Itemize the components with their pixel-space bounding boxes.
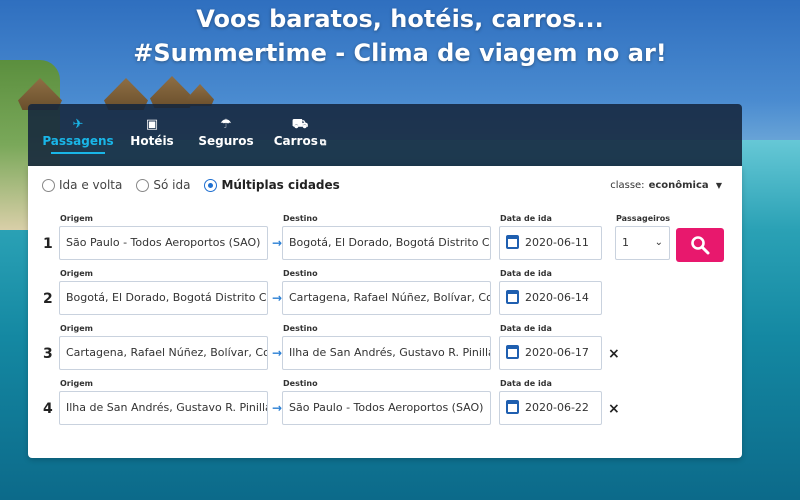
leg-row: 4 Origem Ilha de San Andrés, Gustavo R. … [28, 379, 742, 429]
calendar-icon [506, 345, 519, 359]
date-input[interactable]: 2020-06-17 [499, 336, 602, 370]
date-label: Data de ida [500, 214, 552, 223]
passengers-value: 1 [622, 236, 629, 249]
arrow-right-icon: → [272, 236, 283, 250]
search-button[interactable] [676, 228, 724, 262]
radio-icon [204, 178, 218, 192]
cabin-value: econômica [648, 180, 709, 191]
headline-line1: Voos baratos, hotéis, carros... [196, 5, 604, 33]
cabin-label: classe: [610, 180, 645, 191]
chevron-down-icon: ⌄ [654, 237, 663, 248]
hotel-icon: ▣ [145, 117, 159, 132]
leg-row: 1 Origem São Paulo - Todos Aeroportos (S… [28, 214, 742, 264]
trip-type-roundtrip[interactable]: Ida e volta [42, 178, 122, 192]
arrow-right-icon: → [272, 401, 283, 415]
destination-input[interactable]: Bogotá, El Dorado, Bogotá Distrito Capit… [282, 226, 491, 260]
hut-image [186, 84, 214, 106]
passengers-label: Passageiros [616, 214, 671, 223]
leg-number: 2 [43, 291, 53, 307]
origin-input[interactable]: São Paulo - Todos Aeroportos (SAO) [59, 226, 268, 260]
tab-flights[interactable]: ✈ Passagens [42, 116, 114, 154]
origin-label: Origem [60, 269, 93, 278]
tab-cars-label: Carros [273, 134, 318, 148]
tab-hotels[interactable]: ▣ Hotéis [116, 116, 188, 154]
calendar-icon [506, 400, 519, 414]
tab-hotels-label: Hotéis [130, 134, 174, 148]
arrow-right-icon: → [272, 346, 283, 360]
search-icon [691, 236, 710, 255]
leg-row: 2 Origem Bogotá, El Dorado, Bogotá Distr… [28, 269, 742, 319]
remove-leg-button[interactable]: × [608, 401, 620, 417]
date-value: 2020-06-11 [525, 236, 589, 249]
date-input[interactable]: 2020-06-11 [499, 226, 602, 260]
headline: Voos baratos, hotéis, carros... #Summert… [0, 2, 800, 70]
tab-insurance-label: Seguros [198, 134, 254, 148]
leg-number: 1 [43, 236, 53, 252]
destination-input[interactable]: Ilha de San Andrés, Gustavo R. Pinilla I… [282, 336, 491, 370]
origin-label: Origem [60, 324, 93, 333]
trip-type-label: Múltiplas cidades [221, 178, 340, 192]
destination-input[interactable]: São Paulo - Todos Aeroportos (SAO) [282, 391, 491, 425]
date-label: Data de ida [500, 379, 552, 388]
passengers-select[interactable]: 1 ⌄ [615, 226, 670, 260]
umbrella-icon: ☂ [220, 117, 232, 132]
date-value: 2020-06-14 [525, 291, 589, 304]
external-link-icon: ⧉ [319, 138, 327, 148]
trip-type-group: Ida e volta Só ida Múltiplas cidades [42, 178, 354, 192]
tab-flights-label: Passagens [42, 134, 114, 148]
origin-label: Origem [60, 214, 93, 223]
origin-input[interactable]: Bogotá, El Dorado, Bogotá Distrito Capit… [59, 281, 268, 315]
search-form: Ida e volta Só ida Múltiplas cidades cla… [28, 166, 742, 458]
date-label: Data de ida [500, 269, 552, 278]
tab-cars[interactable]: ⛟ Carros ⧉ [264, 116, 336, 154]
trip-type-multicity[interactable]: Múltiplas cidades [204, 178, 340, 192]
radio-icon [136, 178, 150, 192]
leg-row: 3 Origem Cartagena, Rafael Núñez, Bolíva… [28, 324, 742, 374]
date-input[interactable]: 2020-06-14 [499, 281, 602, 315]
calendar-icon [506, 290, 519, 304]
origin-label: Origem [60, 379, 93, 388]
trip-type-label: Ida e volta [59, 178, 123, 192]
leg-number: 4 [43, 401, 53, 417]
date-value: 2020-06-22 [525, 401, 589, 414]
calendar-icon [506, 235, 519, 249]
origin-input[interactable]: Cartagena, Rafael Núñez, Bolívar, Colômb… [59, 336, 268, 370]
cabin-class-select[interactable]: classe: econômica ▼ [610, 180, 722, 191]
radio-icon [42, 178, 55, 192]
date-input[interactable]: 2020-06-22 [499, 391, 602, 425]
search-tabs-panel: ✈ Passagens ▣ Hotéis ☂ Seguros ⛟ Carros ⧉ [28, 104, 742, 166]
destination-label: Destino [283, 214, 318, 223]
chevron-down-icon: ▼ [715, 181, 722, 190]
date-label: Data de ida [500, 324, 552, 333]
plane-icon: ✈ [72, 117, 84, 132]
tab-insurance[interactable]: ☂ Seguros [190, 116, 262, 154]
destination-label: Destino [283, 324, 318, 333]
remove-leg-button[interactable]: × [608, 346, 620, 362]
headline-line2: #Summertime - Clima de viagem no ar! [133, 39, 667, 67]
tab-bar: ✈ Passagens ▣ Hotéis ☂ Seguros ⛟ Carros ⧉ [42, 116, 338, 154]
destination-input[interactable]: Cartagena, Rafael Núñez, Bolívar, Colômb… [282, 281, 491, 315]
trip-type-label: Só ida [153, 178, 191, 192]
origin-input[interactable]: Ilha de San Andrés, Gustavo R. Pinilla I… [59, 391, 268, 425]
trip-type-oneway[interactable]: Só ida [136, 178, 190, 192]
leg-number: 3 [43, 346, 53, 362]
arrow-right-icon: → [272, 291, 283, 305]
date-value: 2020-06-17 [525, 346, 589, 359]
car-icon: ⛟ [291, 117, 309, 132]
destination-label: Destino [283, 379, 318, 388]
destination-label: Destino [283, 269, 318, 278]
